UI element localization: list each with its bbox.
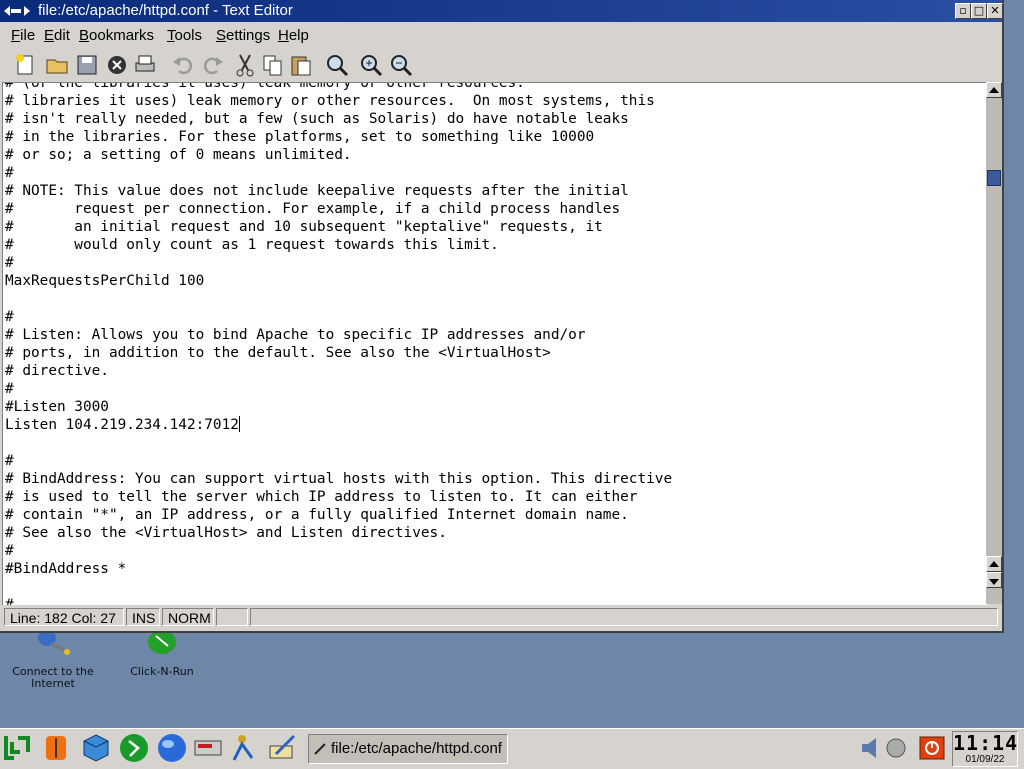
editor-line[interactable]: # directive. — [5, 363, 109, 379]
menu-bar: File Edit Bookmarks Tools Settings Help — [2, 24, 998, 48]
editor-line[interactable]: # (or the libraries it uses) leak memory… — [5, 83, 525, 91]
redo-icon[interactable] — [200, 52, 226, 78]
scroll-thumb[interactable] — [987, 170, 1001, 186]
status-bar: Line: 182 Col: 27 INS NORM — [4, 607, 1000, 629]
editor-line[interactable]: # ports, in addition to the default. See… — [5, 345, 551, 361]
close-doc-icon[interactable] — [104, 52, 130, 78]
power-icon[interactable] — [918, 732, 946, 764]
taskbar: file:/etc/apache/httpd.conf 11:14 01/09/… — [0, 728, 1024, 769]
volume-icon[interactable] — [858, 732, 882, 764]
find-icon[interactable] — [324, 52, 350, 78]
menu-file[interactable]: File — [11, 27, 35, 44]
editor-line[interactable]: # in the libraries. For these platforms,… — [5, 129, 594, 145]
desktop-icon-label: Connect to the Internet — [12, 665, 94, 690]
clock-time: 11:14 — [953, 731, 1019, 755]
editor-line[interactable]: # NOTE: This value does not include keep… — [5, 183, 629, 199]
zoom-in-icon[interactable] — [358, 52, 384, 78]
arrow-up-icon — [989, 87, 999, 93]
undo-icon[interactable] — [170, 52, 196, 78]
desktop-icon-connect-internet[interactable]: Connect to the Internet — [8, 630, 98, 690]
editor-line[interactable]: # is used to tell the server which IP ad… — [5, 489, 637, 505]
window-menu-icon[interactable] — [4, 5, 30, 17]
text-editing-area[interactable]: # (or the libraries it uses) leak memory… — [2, 82, 987, 605]
editor-line[interactable]: # or so; a setting of 0 means unlimited. — [5, 147, 352, 163]
editor-line[interactable]: # — [5, 597, 14, 605]
menu-settings[interactable]: Settings — [216, 27, 270, 44]
editor-line[interactable]: MaxRequestsPerChild 100 — [5, 273, 204, 289]
menu-edit[interactable]: Edit — [44, 27, 70, 44]
cursor-position: Line: 182 Col: 27 — [4, 608, 124, 626]
taskbar-task-text-editor[interactable]: file:/etc/apache/httpd.conf — [308, 734, 508, 764]
editor-text[interactable]: # (or the libraries it uses) leak memory… — [5, 83, 672, 605]
copy-icon[interactable] — [260, 52, 286, 78]
start-menu-icon[interactable] — [2, 732, 34, 764]
text-editor-window: file:/etc/apache/httpd.conf - Text Edito… — [0, 0, 1004, 633]
paste-icon[interactable] — [288, 52, 314, 78]
arrow-down-icon — [989, 579, 999, 585]
modified-indicator — [216, 608, 248, 626]
editor-line[interactable]: # libraries it uses) leak memory or othe… — [5, 93, 655, 109]
save-icon[interactable] — [74, 52, 100, 78]
maximize-button[interactable]: □ — [971, 3, 987, 19]
web-browser-globe-icon[interactable] — [156, 732, 188, 764]
file-cube-icon[interactable] — [80, 732, 112, 764]
editor-line[interactable]: # — [5, 543, 14, 559]
menu-help[interactable]: Help — [278, 27, 309, 44]
cut-icon[interactable] — [232, 52, 258, 78]
network-status-icon[interactable] — [884, 732, 908, 764]
insert-mode: INS — [126, 608, 160, 626]
text-caret — [238, 416, 240, 432]
clock[interactable]: 11:14 01/09/22 — [952, 731, 1018, 767]
open-folder-icon[interactable] — [44, 52, 70, 78]
editor-line[interactable]: # would only count as 1 request towards … — [5, 237, 499, 253]
vertical-scrollbar[interactable] — [986, 82, 1002, 604]
scroll-up-button[interactable] — [986, 82, 1002, 98]
editor-line[interactable]: # Listen: Allows you to bind Apache to s… — [5, 327, 585, 343]
selection-mode: NORM — [162, 608, 214, 626]
click-n-run-icon — [142, 630, 182, 662]
toolbar — [4, 50, 1000, 82]
editor-line[interactable]: # — [5, 309, 14, 325]
scroll-down-button[interactable] — [986, 572, 1002, 588]
accessibility-icon[interactable] — [228, 732, 260, 764]
editor-line[interactable]: #BindAddress * — [5, 561, 126, 577]
editor-task-icon — [314, 743, 326, 755]
status-message — [250, 608, 998, 626]
close-button[interactable]: ✕ — [987, 3, 1003, 19]
window-title: file:/etc/apache/httpd.conf - Text Edito… — [38, 2, 293, 19]
desktop-icon-label: Click-N-Run — [130, 665, 194, 678]
life-vest-icon[interactable] — [40, 732, 72, 764]
print-icon[interactable] — [132, 52, 158, 78]
scroll-page-up-button[interactable] — [986, 556, 1002, 572]
editor-line[interactable]: # an initial request and 10 subsequent "… — [5, 219, 603, 235]
menu-tools[interactable]: Tools — [167, 27, 202, 44]
editor-line[interactable]: # — [5, 255, 14, 271]
new-file-icon[interactable] — [12, 52, 38, 78]
menu-bookmarks[interactable]: Bookmarks — [79, 27, 154, 44]
zoom-out-icon[interactable] — [388, 52, 414, 78]
clock-date: 01/09/22 — [965, 754, 1005, 765]
terminal-icon[interactable] — [192, 732, 224, 764]
editor-line[interactable]: #Listen 3000 — [5, 399, 109, 415]
network-connect-icon — [33, 630, 73, 662]
title-bar[interactable]: file:/etc/apache/httpd.conf - Text Edito… — [0, 0, 1003, 22]
editor-line[interactable]: # isn't really needed, but a few (such a… — [5, 111, 629, 127]
editor-line[interactable]: Listen 104.219.234.142:7012 — [5, 417, 239, 433]
editor-line[interactable]: # See also the <VirtualHost> and Listen … — [5, 525, 447, 541]
editor-line[interactable]: # contain "*", an IP address, or a fully… — [5, 507, 629, 523]
arrow-up-icon — [989, 561, 999, 567]
task-label: file:/etc/apache/httpd.conf — [331, 740, 502, 757]
editor-line[interactable]: # — [5, 453, 14, 469]
editor-line[interactable]: # BindAddress: You can support virtual h… — [5, 471, 672, 487]
click-n-run-icon[interactable] — [118, 732, 150, 764]
minimize-button[interactable]: ▫ — [955, 3, 971, 19]
editor-line[interactable]: # — [5, 381, 14, 397]
editor-line[interactable]: # — [5, 165, 14, 181]
text-editor-launcher-icon[interactable] — [266, 732, 298, 764]
desktop-icon-click-n-run[interactable]: Click-N-Run — [117, 630, 207, 678]
editor-line[interactable]: # request per connection. For example, i… — [5, 201, 620, 217]
